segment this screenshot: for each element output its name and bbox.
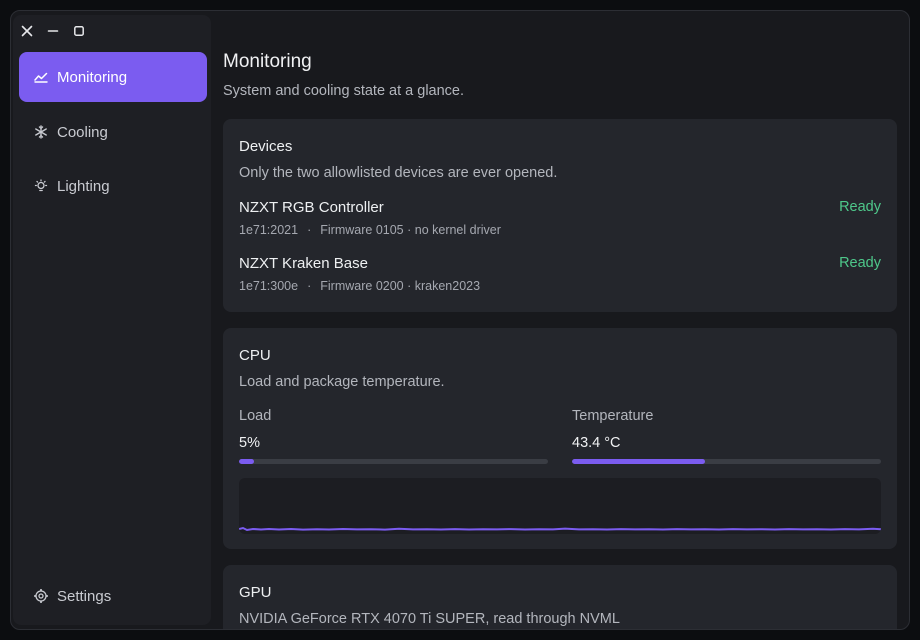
device-name: NZXT RGB Controller [239, 199, 384, 216]
device-meta: 1e71:2021 · Firmware 0105 · no kernel driv… [239, 223, 501, 237]
page-subtitle: System and cooling state at a glance. [223, 83, 465, 99]
sidebar-item-label: Lighting [57, 177, 110, 195]
cpu-subtitle: Load and package temperature. [239, 374, 445, 390]
gpu-title: GPU [239, 584, 272, 601]
sidebar-item-label: Monitoring [57, 68, 128, 86]
sidebar-item-cooling[interactable]: Cooling [19, 107, 207, 157]
chart-icon [33, 69, 49, 85]
device-info: Firmware 0105 · no kernel driver [320, 223, 501, 237]
load-value: 5% [239, 435, 260, 451]
minimize-icon[interactable] [45, 23, 61, 39]
sidebar-item-label: Settings [57, 587, 112, 605]
load-progress-bar [239, 459, 548, 464]
gpu-card: GPU NVIDIA GeForce RTX 4070 Ti SUPER, re… [223, 565, 897, 629]
sidebar: Monitoring Cooling Lighting Settings [13, 15, 211, 625]
temperature-label: Temperature [572, 408, 654, 424]
temperature-value: 43.4 °C [572, 435, 621, 451]
temperature-progress-fill [572, 459, 705, 464]
cpu-load-sparkline [239, 478, 881, 534]
gpu-subtitle: NVIDIA GeForce RTX 4070 Ti SUPER, read t… [239, 611, 620, 627]
cpu-title: CPU [239, 347, 271, 364]
snowflake-icon [33, 124, 49, 140]
device-name: NZXT Kraken Base [239, 255, 368, 272]
sidebar-item-monitoring[interactable]: Monitoring [19, 52, 207, 102]
app-window: Monitoring Cooling Lighting Settings Mon… [10, 10, 910, 630]
gear-icon [33, 588, 49, 604]
sidebar-item-lighting[interactable]: Lighting [19, 161, 207, 211]
main-content: Monitoring System and cooling state at a… [223, 11, 909, 629]
sidebar-item-label: Cooling [57, 123, 108, 141]
load-label: Load [239, 408, 272, 424]
load-progress-fill [239, 459, 255, 464]
devices-card: Devices Only the two allowlisted devices… [223, 119, 897, 312]
maximize-icon[interactable] [71, 23, 87, 39]
devices-title: Devices [239, 138, 293, 155]
device-id: 1e71:300e [239, 279, 299, 293]
devices-subtitle: Only the two allowlisted devices are eve… [239, 165, 558, 181]
lightbulb-icon [33, 178, 49, 194]
device-info: Firmware 0200 · kraken2023 [320, 279, 481, 293]
status-badge: Ready [839, 199, 881, 215]
temperature-progress-bar [572, 459, 881, 464]
cpu-card: CPU Load and package temperature. Load 5… [223, 328, 897, 549]
page-title: Monitoring [223, 51, 312, 72]
sparkline-line [239, 526, 881, 532]
device-id: 1e71:2021 [239, 223, 299, 237]
sidebar-item-settings[interactable]: Settings [19, 571, 207, 621]
device-meta: 1e71:300e · Firmware 0200 · kraken2023 [239, 279, 481, 293]
close-icon[interactable] [19, 23, 35, 39]
status-badge: Ready [839, 255, 881, 271]
